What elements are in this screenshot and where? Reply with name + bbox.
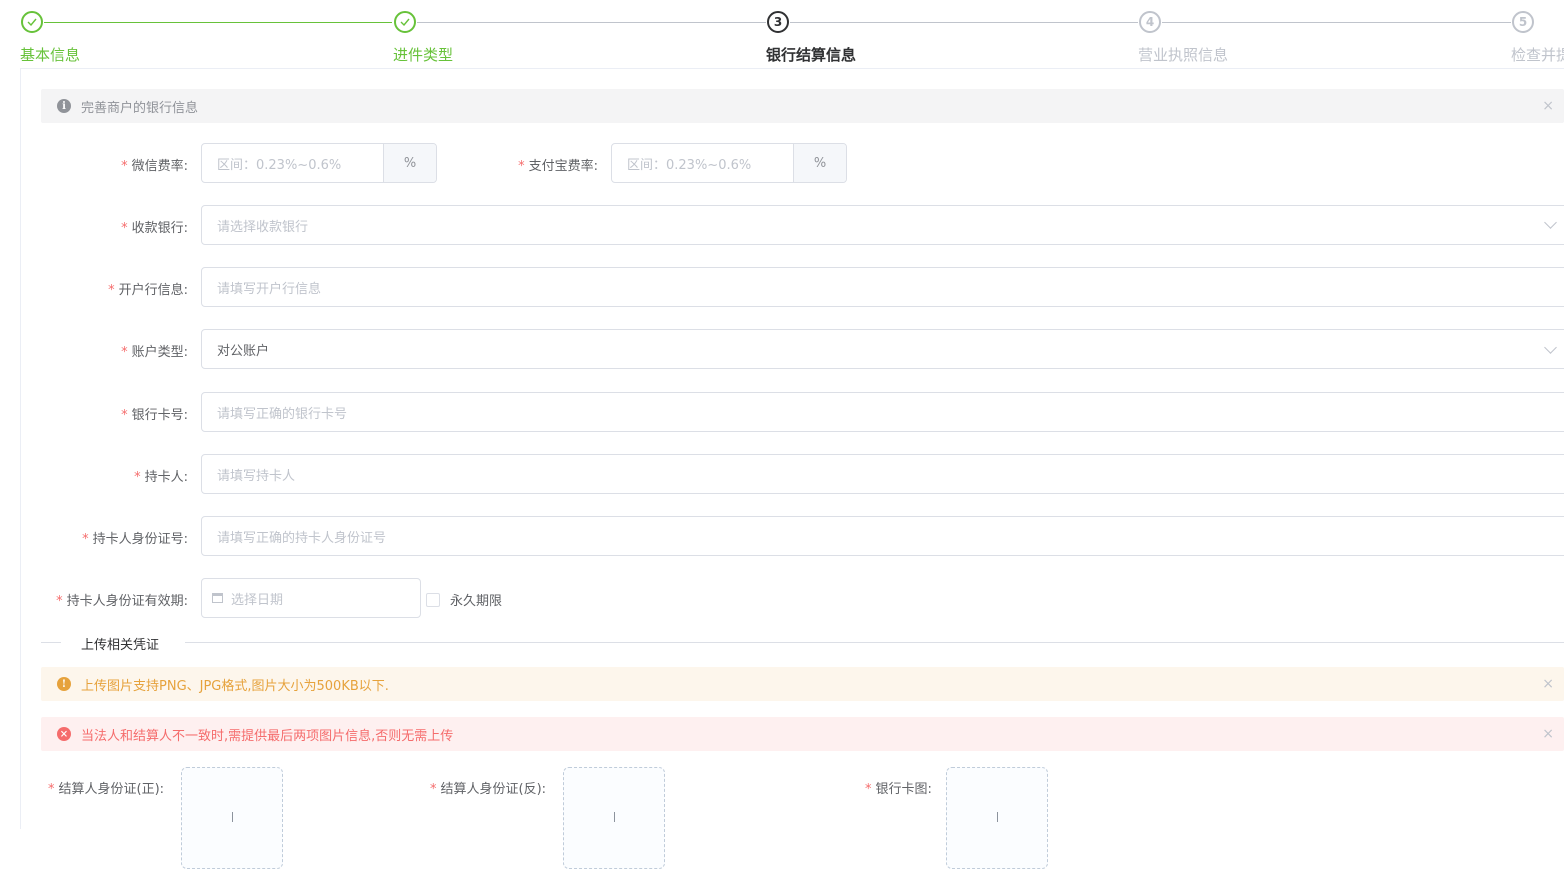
card-number-input[interactable]: 请填写正确的银行卡号	[201, 392, 1564, 432]
id-expiry-label: * 持卡人身份证有效期:	[56, 594, 188, 609]
plus-icon	[232, 812, 233, 822]
percent-unit: %	[793, 144, 846, 182]
step-4-title: 营业执照信息	[1138, 46, 1229, 64]
close-icon[interactable]: ×	[1542, 676, 1554, 692]
step-1-title: 基本信息	[20, 46, 81, 64]
id-back-label: * 结算人身份证(反):	[430, 782, 547, 797]
error-alert: × 当法人和结算人不一致时,需提供最后两项图片信息,否则无需上传 ×	[41, 717, 1564, 751]
step-5-title: 检查并提	[1511, 46, 1564, 64]
alipay-rate-placeholder[interactable]: 区间：0.23%~0.6%	[612, 144, 793, 182]
account-type-label: * 账户类型:	[121, 345, 188, 360]
bank-card-label: * 银行卡图:	[865, 782, 932, 797]
divider-left	[41, 642, 61, 643]
check-icon	[21, 11, 43, 33]
wechat-rate-label: * 微信费率:	[121, 159, 188, 174]
bank-label: * 收款银行:	[121, 221, 188, 236]
bank-card-upload[interactable]	[946, 767, 1048, 869]
warning-alert-text: 上传图片支持PNG、JPG格式,图片大小为500KB以下.	[81, 678, 389, 694]
holder-id-label: * 持卡人身份证号:	[82, 532, 188, 547]
close-icon[interactable]: ×	[1542, 726, 1554, 742]
alipay-rate-label: * 支付宝费率:	[518, 159, 598, 174]
date-placeholder: 选择日期	[231, 592, 284, 608]
step-connector-4	[1162, 22, 1511, 23]
card-number-label: * 银行卡号:	[121, 408, 188, 423]
check-icon	[394, 11, 416, 33]
branch-label: * 开户行信息:	[108, 283, 188, 298]
account-type-select[interactable]: 对公账户	[201, 329, 1564, 369]
holder-label: * 持卡人:	[134, 470, 188, 485]
step-5-number: 5	[1512, 11, 1534, 33]
plus-icon	[997, 812, 998, 822]
close-icon[interactable]: ×	[1542, 98, 1554, 114]
info-icon: i	[57, 99, 71, 113]
wechat-rate-input[interactable]: 区间：0.23%~0.6% %	[201, 143, 437, 183]
checkbox-box[interactable]	[426, 592, 440, 607]
step-2-title: 进件类型	[393, 46, 454, 64]
info-alert: i 完善商户的银行信息 ×	[41, 89, 1564, 123]
info-alert-text: 完善商户的银行信息	[81, 100, 199, 116]
steps-bar: 基本信息 进件类型 3 银行结算信息 4 营业执照信息 5 检查并提	[0, 0, 1564, 68]
step-connector-1	[44, 22, 392, 23]
bank-select[interactable]: 请选择收款银行	[201, 205, 1564, 245]
holder-id-input[interactable]: 请填写正确的持卡人身份证号	[201, 516, 1564, 556]
branch-input[interactable]: 请填写开户行信息	[201, 267, 1564, 307]
warning-alert: ! 上传图片支持PNG、JPG格式,图片大小为500KB以下. ×	[41, 667, 1564, 701]
id-back-upload[interactable]	[563, 767, 665, 869]
error-icon: ×	[57, 727, 71, 741]
id-expiry-date-picker[interactable]: 选择日期	[201, 578, 421, 618]
id-front-upload[interactable]	[181, 767, 283, 869]
id-front-label: * 结算人身份证(正):	[48, 782, 165, 797]
permanent-label[interactable]: 永久期限	[450, 590, 502, 609]
alipay-rate-input[interactable]: 区间：0.23%~0.6% %	[611, 143, 847, 183]
permanent-checkbox[interactable]: 永久期限	[426, 590, 502, 609]
step-3-title: 银行结算信息	[766, 46, 857, 64]
error-alert-text: 当法人和结算人不一致时,需提供最后两项图片信息,否则无需上传	[81, 728, 454, 744]
holder-input[interactable]: 请填写持卡人	[201, 454, 1564, 494]
divider-right	[185, 642, 1564, 643]
calendar-icon	[212, 593, 223, 603]
step-4-number: 4	[1139, 11, 1161, 33]
warning-icon: !	[57, 677, 71, 691]
step-3-number: 3	[767, 11, 789, 33]
plus-icon	[614, 812, 615, 822]
wechat-rate-placeholder[interactable]: 区间：0.23%~0.6%	[202, 144, 383, 182]
percent-unit: %	[383, 144, 436, 182]
step-connector-2	[417, 22, 766, 23]
step-connector-3	[790, 22, 1138, 23]
upload-section-title: 上传相关凭证	[81, 638, 160, 653]
